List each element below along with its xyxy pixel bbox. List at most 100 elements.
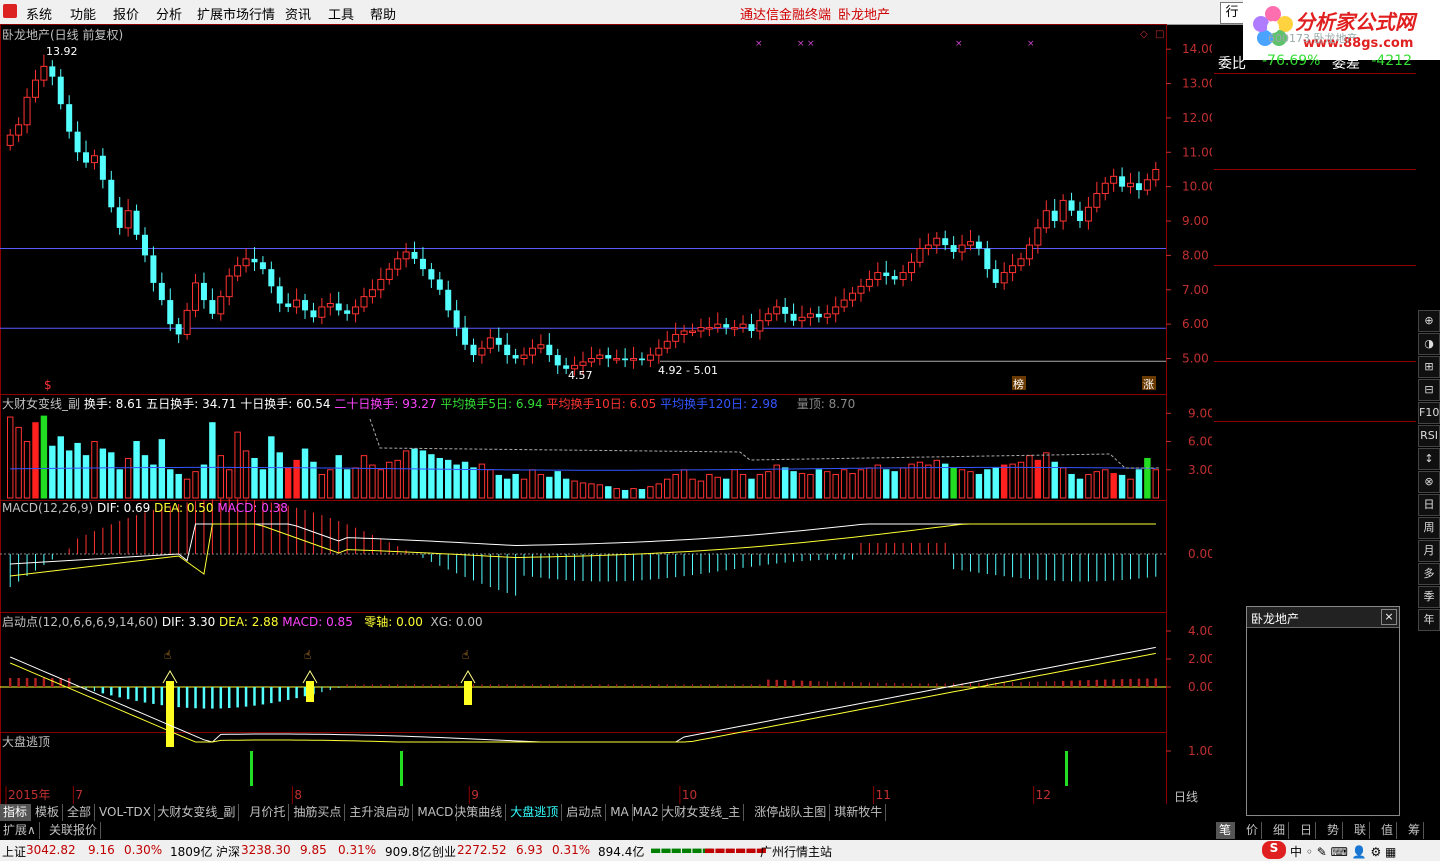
side-button[interactable]: ◑ [1418,333,1440,355]
turnover-bar [546,476,553,499]
pane-frame-3 [0,612,1167,733]
side-button[interactable]: 季 [1418,586,1440,608]
bar-info-popup[interactable]: 卧龙地产 × [1246,606,1400,816]
side-button[interactable]: 周 [1418,517,1440,539]
candle-body-down [133,210,140,235]
quote-tab[interactable]: 日 [1297,822,1317,839]
side-button[interactable]: ↕ [1418,448,1440,470]
indicator-tab[interactable]: 启动点 [563,804,607,821]
extension-tab[interactable]: 关联报价 [46,822,102,839]
sh-change: 9.16 [88,843,115,857]
menu-item-analysis[interactable]: 分析 [156,4,182,23]
turnover-bar [200,464,208,499]
popup-row [1247,751,1399,766]
top-cross-marker-icon: × [755,39,763,49]
menu-item-tools[interactable]: 工具 [328,4,354,23]
quote-tab[interactable]: 细 [1270,822,1290,839]
side-button[interactable]: RSI [1418,425,1440,447]
side-button[interactable]: 月 [1418,540,1440,562]
side-button[interactable]: F10 [1418,402,1440,424]
diamond-marker-icon: ◇ [1140,29,1148,40]
indicator-tab[interactable]: 大财女变线_副 [154,804,240,821]
fin-row [1214,362,1416,381]
side-button[interactable]: 多 [1418,563,1440,585]
chart-area[interactable]: 14.00 13.00 12.00 11.00 10.00 9.00 8.00 7.00 6.0… [0,24,1216,805]
side-button[interactable]: ⊗ [1418,471,1440,493]
high-annotation: 13.92 [46,45,78,58]
quote-tab[interactable]: 价 [1243,822,1263,839]
side-button[interactable]: ⊕ [1418,310,1440,332]
menu-item-news[interactable]: 资讯 [285,4,311,23]
turnover-bar [175,473,182,499]
sp-dif: 3.30 [188,615,216,629]
candle-body-down [83,152,90,163]
turnover-bar [857,469,865,499]
indicator-tab[interactable]: VOL-TDX [96,804,155,821]
candle-body-up [1084,206,1092,222]
popup-titlebar[interactable]: 卧龙地产 × [1247,607,1399,628]
indicator-tab[interactable]: 大盘逃顶 [507,804,563,821]
turnover-bar [647,486,654,499]
indicator-tab[interactable]: 决策曲线 [451,804,507,821]
macd-value: 0.38 [261,501,288,515]
extension-tab[interactable]: 扩展∧ [0,822,40,839]
menu-item-ext-market[interactable]: 扩展市场行情 [197,4,275,23]
menu-item-quote[interactable]: 报价 [113,4,139,23]
sogou-ime-icon[interactable]: S [1262,841,1286,859]
indicator-tab[interactable]: 全部 [64,804,96,821]
range-annotation: 4.92 - 5.01 [658,364,718,377]
indicator-tab[interactable]: 抽筋买点 [290,804,346,821]
macd-pane-header: MACD(12,26,9) DIF: 0.69 DEA: 0.50 MACD: … [2,501,288,515]
sh-value: 3042.82 [26,843,76,857]
quote-tab[interactable]: 行 [1220,2,1244,24]
indicator-tab[interactable]: 指标 [0,804,32,821]
chart-svg[interactable]: 14.00 13.00 12.00 11.00 10.00 9.00 8.00 7.00 6.0… [0,24,1216,805]
candle-body-down [942,238,949,246]
turnover-bar [571,480,578,499]
menu-item-help[interactable]: 帮助 [370,4,396,23]
indicator-tab[interactable]: 涨停战队主图 [751,804,831,821]
top-cross-marker-icon: × [955,39,963,49]
tick-row [1214,567,1416,586]
candle-body-up [1093,193,1101,208]
server-station[interactable]: 广州行情主站 [760,843,832,860]
turnover-bar [360,455,368,499]
buy-level-row [1214,189,1416,208]
webi-value: -76.69% [1262,53,1321,69]
quote-tab[interactable]: 联 [1351,822,1371,839]
buy-level-row [1214,208,1416,227]
period-label[interactable]: 日线 [1174,788,1198,805]
side-button[interactable]: ⊟ [1418,379,1440,401]
price-tick-label: 8.00 [1182,248,1209,262]
candle-body-down [975,241,982,249]
candle-body-down [723,324,730,328]
indicator-tab[interactable]: 大财女变线_主 [659,804,745,821]
quote-tab[interactable]: 笔 [1216,822,1236,839]
candle-body-up [806,313,814,318]
menu-item-system[interactable]: 系统 [26,4,52,23]
turnover-bar [74,442,81,499]
menu-item-function[interactable]: 功能 [70,4,96,23]
quote-tab[interactable]: 势 [1324,822,1344,839]
turnover-pane-header: 大财女变线_副 换手: 8.61 五日换手: 34.71 十日换手: 60.54… [2,397,856,411]
quote-tab[interactable]: 筹 [1405,822,1425,839]
promo-stock[interactable]: 卧龙地产 [838,4,890,23]
price-tick-label: 12.00 [1182,111,1212,125]
side-button[interactable]: ⊞ [1418,356,1440,378]
promo-terminal[interactable]: 通达信金融终端 [740,4,831,23]
popup-close-icon[interactable]: × [1381,609,1397,625]
ime-tray-icons[interactable]: 中 ◦ ✎ ⌨ 👤 ⚙ ▦ [1290,843,1396,860]
tick-row [1214,477,1416,496]
x-tick-label: 10 [682,788,697,802]
side-button[interactable]: 年 [1418,609,1440,631]
indicator-tab[interactable]: 月价托 [246,804,290,821]
indicator-tab[interactable]: 模板 [32,804,64,821]
candle-body-up [916,248,924,263]
indicator-tab[interactable]: MA2 [630,804,663,821]
candle-body-up [663,340,671,349]
indicator-tab[interactable]: 琪新牧牛 [831,804,887,821]
quote-tab[interactable]: 值 [1378,822,1398,839]
indicator-tab[interactable]: 主升浪启动 [346,804,414,821]
side-button[interactable]: 日 [1418,494,1440,516]
menu-bar: 系统 功能 报价 分析 扩展市场行情 资讯 工具 帮助 通达信金融终端 卧龙地产… [0,0,1440,25]
